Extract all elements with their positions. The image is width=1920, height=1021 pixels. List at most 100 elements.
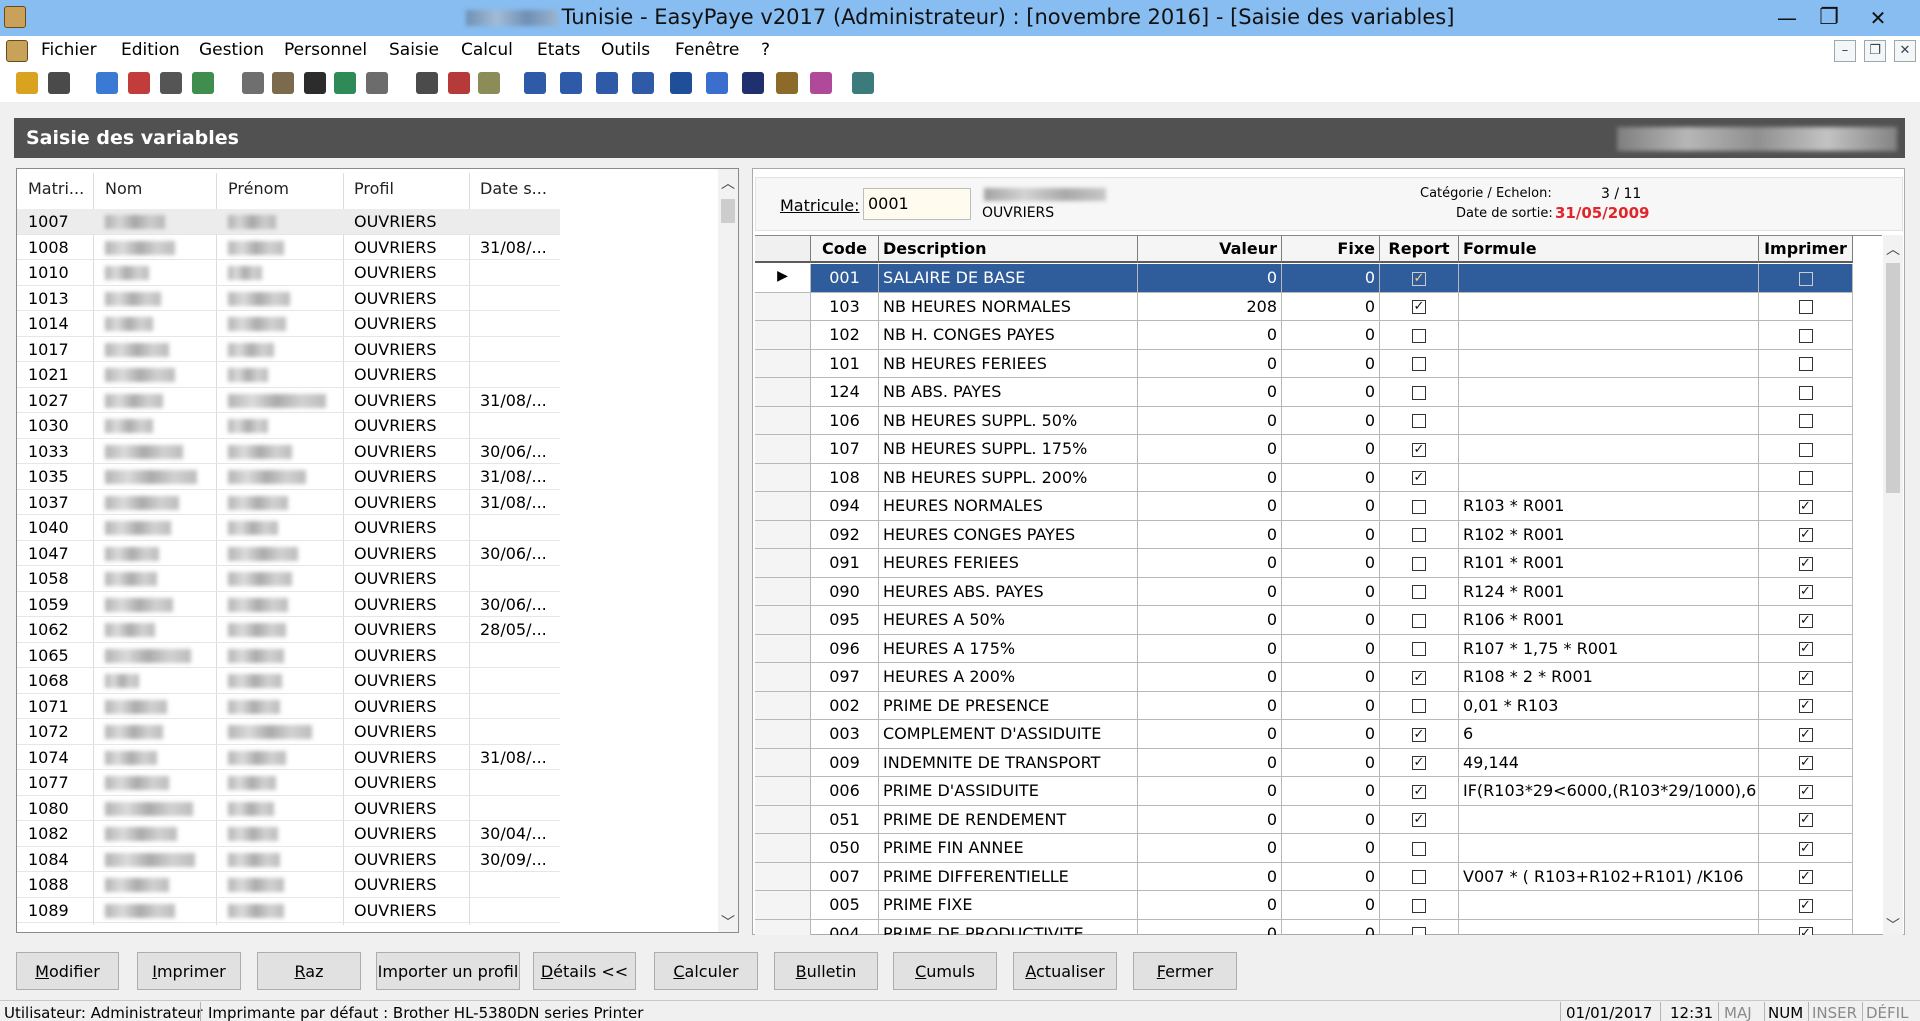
mdi-minimize-button[interactable]: – <box>1834 40 1856 62</box>
exit-icon[interactable] <box>852 72 874 94</box>
description-cell[interactable]: NB HEURES SUPPL. 50% <box>879 406 1138 435</box>
formule-cell[interactable]: 0,01 * R103 <box>1459 691 1759 720</box>
matricule-input[interactable]: 0001 <box>863 188 971 220</box>
menu-saisie[interactable]: Saisie <box>389 40 439 60</box>
employee-row[interactable]: 1082 OUVRIERS 30/04/... <box>17 821 560 847</box>
close-button[interactable]: ✕ <box>1855 2 1901 34</box>
code-cell[interactable]: 102 <box>811 321 879 350</box>
report-cell[interactable]: ✓ <box>1380 264 1459 293</box>
employee-row[interactable]: 1047 OUVRIERS 30/06/... <box>17 541 560 566</box>
employee-row[interactable]: 1033 OUVRIERS 30/06/... <box>17 439 560 464</box>
fixe-cell[interactable]: 0 <box>1282 492 1380 521</box>
formule-cell[interactable]: 49,144 <box>1459 748 1759 777</box>
report-cell[interactable] <box>1380 919 1459 935</box>
variable-row[interactable]: 096 HEURES A 175% 0 0 R107 * 1,75 * R001 ✓ <box>755 634 1882 663</box>
valeur-cell[interactable]: 0 <box>1138 919 1282 935</box>
employee-row[interactable]: 1010 OUVRIERS <box>17 260 560 286</box>
description-cell[interactable]: HEURES A 175% <box>879 634 1138 663</box>
valeur-cell[interactable]: 0 <box>1138 435 1282 464</box>
formule-cell[interactable]: R107 * 1,75 * R001 <box>1459 634 1759 663</box>
employee-row[interactable]: 1008 OUVRIERS 31/08/... <box>17 235 560 260</box>
stamp-icon[interactable] <box>416 72 438 94</box>
table-icon[interactable] <box>706 72 728 94</box>
code-cell[interactable]: 103 <box>811 292 879 321</box>
fixe-cell[interactable]: 0 <box>1282 463 1380 492</box>
formule-cell[interactable] <box>1459 891 1759 920</box>
valeur-cell[interactable]: 0 <box>1138 862 1282 891</box>
menu-outils[interactable]: Outils <box>601 40 650 60</box>
imprimer-cell[interactable]: ✓ <box>1759 919 1853 935</box>
code-cell[interactable]: 001 <box>811 264 879 293</box>
button-détails[interactable]: Détails << <box>533 952 636 990</box>
report-checkbox[interactable]: ✓ <box>1412 471 1426 485</box>
valeur-cell[interactable]: 0 <box>1138 406 1282 435</box>
report-cell[interactable] <box>1380 577 1459 606</box>
scroll-down-icon[interactable]: ﹀ <box>718 912 738 932</box>
report-checkbox[interactable] <box>1412 357 1426 371</box>
button-importer-un-profil[interactable]: Importer un profil <box>376 952 520 990</box>
description-cell[interactable]: PRIME FIN ANNEE <box>879 834 1138 863</box>
report-checkbox[interactable] <box>1412 613 1426 628</box>
imprimer-cell[interactable]: ✓ <box>1759 634 1853 663</box>
next-record-icon[interactable] <box>596 72 618 94</box>
variable-row[interactable]: 102 NB H. CONGES PAYES 0 0 <box>755 321 1882 350</box>
edit-icon[interactable] <box>478 72 500 94</box>
fixe-cell[interactable]: 0 <box>1282 691 1380 720</box>
report-checkbox[interactable]: ✓ <box>1412 442 1426 457</box>
report-checkbox[interactable]: ✓ <box>1412 271 1426 286</box>
employee-row[interactable]: 1013 OUVRIERS <box>17 286 560 311</box>
valeur-cell[interactable]: 0 <box>1138 805 1282 834</box>
variable-row[interactable]: ▶ 001 SALAIRE DE BASE 0 0 ✓ <box>755 264 1882 293</box>
variable-row[interactable]: 092 HEURES CONGES PAYES 0 0 R102 * R001 ✓ <box>755 520 1882 549</box>
column-header-formule[interactable]: Formule <box>1459 236 1759 263</box>
formule-cell[interactable] <box>1459 805 1759 834</box>
formule-cell[interactable]: R101 * R001 <box>1459 549 1759 578</box>
menu-gestion[interactable]: Gestion <box>199 40 264 60</box>
description-cell[interactable]: HEURES FERIEES <box>879 549 1138 578</box>
fixe-cell[interactable]: 0 <box>1282 520 1380 549</box>
valeur-cell[interactable]: 0 <box>1138 321 1282 350</box>
employee-row[interactable]: 1014 OUVRIERS <box>17 311 560 337</box>
description-cell[interactable]: HEURES NORMALES <box>879 492 1138 521</box>
formule-cell[interactable]: R108 * 2 * R001 <box>1459 663 1759 692</box>
report-cell[interactable] <box>1380 492 1459 521</box>
code-cell[interactable]: 006 <box>811 777 879 806</box>
menu-edition[interactable]: Edition <box>121 40 180 60</box>
imprimer-cell[interactable]: ✓ <box>1759 606 1853 635</box>
description-cell[interactable]: INDEMNITE DE TRANSPORT <box>879 748 1138 777</box>
fixe-cell[interactable]: 0 <box>1282 834 1380 863</box>
employee-card-icon[interactable] <box>96 72 118 94</box>
report-cell[interactable] <box>1380 321 1459 350</box>
button-imprimer[interactable]: Imprimer <box>137 952 241 990</box>
imprimer-checkbox[interactable] <box>1798 414 1813 428</box>
imprimer-cell[interactable] <box>1759 321 1853 350</box>
imprimer-cell[interactable] <box>1759 264 1853 293</box>
imprimer-cell[interactable]: ✓ <box>1759 691 1853 720</box>
imprimer-cell[interactable]: ✓ <box>1759 720 1853 749</box>
code-cell[interactable]: 108 <box>811 463 879 492</box>
open-folder-icon[interactable] <box>16 72 38 94</box>
code-cell[interactable]: 005 <box>811 891 879 920</box>
fixe-cell[interactable]: 0 <box>1282 321 1380 350</box>
imprimer-cell[interactable]: ✓ <box>1759 577 1853 606</box>
description-cell[interactable]: SALAIRE DE BASE <box>879 264 1138 293</box>
books-icon[interactable] <box>304 72 326 94</box>
report-cell[interactable] <box>1380 520 1459 549</box>
fixe-cell[interactable]: 0 <box>1282 862 1380 891</box>
imprimer-checkbox[interactable] <box>1798 300 1813 314</box>
employee-row[interactable]: 1027 OUVRIERS 31/08/... <box>17 388 560 413</box>
employee-row[interactable]: 1040 OUVRIERS <box>17 515 560 541</box>
report-checkbox[interactable] <box>1412 699 1426 713</box>
description-cell[interactable]: HEURES A 50% <box>879 606 1138 635</box>
imprimer-checkbox[interactable]: ✓ <box>1798 727 1813 742</box>
imprimer-checkbox[interactable]: ✓ <box>1798 699 1813 713</box>
formule-cell[interactable] <box>1459 463 1759 492</box>
variable-row[interactable]: 002 PRIME DE PRESENCE 0 0 0,01 * R103 ✓ <box>755 691 1882 720</box>
column-header-report[interactable]: Report <box>1380 236 1459 263</box>
code-cell[interactable]: 003 <box>811 720 879 749</box>
imprimer-checkbox[interactable]: ✓ <box>1798 927 1813 935</box>
code-cell[interactable]: 009 <box>811 748 879 777</box>
code-cell[interactable]: 004 <box>811 919 879 935</box>
report-cell[interactable] <box>1380 606 1459 635</box>
report-checkbox[interactable] <box>1412 556 1426 571</box>
